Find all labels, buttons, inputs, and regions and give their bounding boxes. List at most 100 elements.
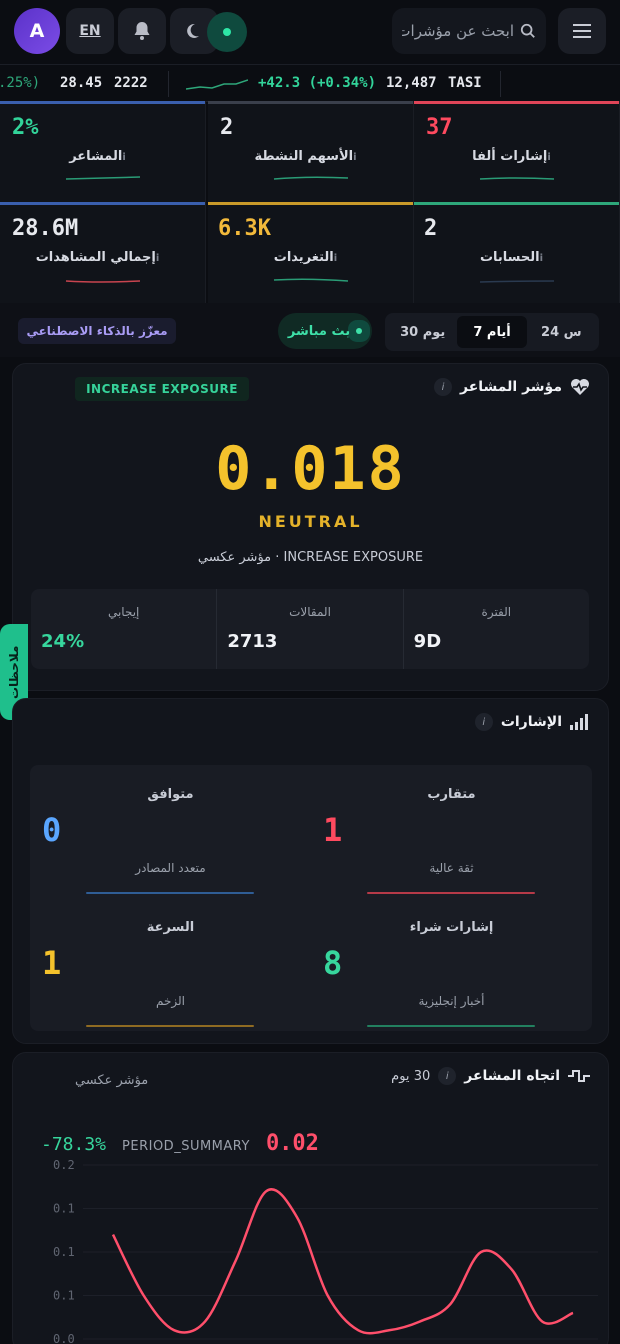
- y-tick-label: 0.1: [53, 1245, 75, 1259]
- info-icon[interactable]: i: [540, 253, 543, 264]
- card-title: الإشارات: [500, 714, 562, 730]
- signal-value: 8: [323, 944, 343, 982]
- signal-subtitle: أخبار إنجليزية: [418, 994, 485, 1008]
- range-7d[interactable]: 7 أيام: [457, 316, 527, 348]
- y-tick-label: 0.2: [53, 1158, 75, 1172]
- signal-aligned[interactable]: متوافق 0 متعدد المصادر: [30, 765, 311, 898]
- kpi-articles: المقالات 2713: [216, 589, 402, 669]
- live-stream-button[interactable]: بث مباشر: [278, 313, 372, 349]
- stat-value: 37: [426, 115, 453, 140]
- signal-convergent[interactable]: متقارب 1 ثقة عالية: [311, 765, 592, 898]
- exposure-badge: INCREASE EXPOSURE: [75, 377, 249, 401]
- kpi-period: الفترة 9D: [402, 589, 589, 669]
- y-tick-label: 0.1: [53, 1202, 75, 1216]
- live-status-indicator[interactable]: [207, 12, 247, 52]
- kpi-value: 24%: [41, 631, 85, 652]
- sentiment-state: NEUTRAL: [258, 512, 363, 531]
- sentiment-trend-card: اتجاه المشاعر i 30 يوم مؤشر عكسي -78.3% …: [12, 1052, 609, 1344]
- card-title: اتجاه المشاعر: [464, 1068, 560, 1084]
- signal-subtitle: متعدد المصادر: [135, 861, 206, 875]
- signal-buy[interactable]: إشارات شراء 8 أخبار إنجليزية: [311, 898, 592, 1031]
- ticker-symbol[interactable]: 2222: [114, 75, 148, 91]
- stat-sparkline: [479, 177, 555, 180]
- signal-bars-icon: [570, 714, 588, 730]
- signals-card: الإشارات i متقارب 1 ثقة عالية متوافق 0 م…: [12, 698, 609, 1044]
- stat-accent-bar: [414, 202, 619, 205]
- card-title: مؤشر المشاعر: [459, 379, 562, 395]
- sentiment-score: 0.018: [215, 434, 406, 504]
- trend-range[interactable]: 30 يوم: [391, 1069, 430, 1084]
- ai-enhanced-badge: معزّز بالذكاء الاصطناعي: [18, 318, 176, 344]
- bell-icon: [134, 22, 150, 40]
- kpi-positive: إيجابي 24%: [31, 589, 216, 669]
- kpi-label: الفترة: [481, 605, 512, 619]
- stat-sentiment[interactable]: 2% المشاعرi: [0, 101, 206, 202]
- stat-sparkline: [65, 176, 141, 180]
- info-icon[interactable]: i: [433, 378, 452, 396]
- hamburger-icon: [573, 24, 591, 38]
- trend-subtitle: مؤشر عكسي: [75, 1073, 149, 1088]
- stat-label: التغريداتi: [273, 250, 338, 265]
- signal-title: السرعة: [146, 920, 195, 935]
- stat-alpha-signals[interactable]: 37 إشارات ألفاi: [414, 101, 620, 202]
- language-toggle-button[interactable]: EN: [66, 8, 114, 54]
- info-icon[interactable]: i: [122, 152, 125, 163]
- info-icon[interactable]: i: [334, 253, 337, 264]
- info-icon[interactable]: i: [353, 152, 356, 163]
- stat-accent-bar: [0, 101, 205, 104]
- info-icon[interactable]: i: [156, 253, 159, 264]
- signal-velocity[interactable]: السرعة 1 الزخم: [30, 898, 311, 1031]
- tasi-symbol[interactable]: TASI: [448, 75, 482, 91]
- stat-label: الأسهم النشطةi: [254, 149, 357, 164]
- kpi-value: 9D: [413, 631, 442, 652]
- stat-accent-bar: [208, 101, 413, 104]
- stat-total-views[interactable]: 28.6M إجمالي المشاهداتi: [0, 202, 206, 303]
- signals-grid: متقارب 1 ثقة عالية متوافق 0 متعدد المصاد…: [30, 765, 592, 1031]
- info-icon[interactable]: i: [474, 713, 493, 731]
- stat-label: الحساباتi: [479, 250, 544, 265]
- info-icon[interactable]: i: [438, 1067, 457, 1085]
- card-header: اتجاه المشاعر i 30 يوم: [391, 1067, 590, 1085]
- stat-sparkline: [479, 280, 555, 283]
- live-dot-icon: [223, 28, 231, 36]
- stat-accent-bar: [0, 202, 205, 205]
- heart-pulse-icon: [571, 379, 589, 395]
- signal-value: 0: [42, 811, 62, 849]
- range-30d[interactable]: 30 يوم: [388, 316, 457, 348]
- signal-subtitle: ثقة عالية: [429, 861, 474, 875]
- stat-accounts[interactable]: 2 الحساباتi: [414, 202, 620, 303]
- signal-title: متقارب: [427, 787, 476, 802]
- stat-tweets[interactable]: 6.3K التغريداتi: [208, 202, 414, 303]
- card-header: مؤشر المشاعر i: [433, 378, 590, 396]
- info-icon[interactable]: i: [547, 152, 550, 163]
- live-dot-icon: [356, 328, 363, 334]
- stat-value: 28.6M: [12, 216, 79, 241]
- search-input[interactable]: [402, 22, 514, 40]
- signal-title: إشارات شراء: [409, 920, 494, 935]
- filter-row: معزّز بالذكاء الاصطناعي بث مباشر 24 س 7 …: [0, 303, 620, 357]
- ticker-divider: [500, 71, 501, 97]
- stat-sparkline: [273, 176, 349, 180]
- avatar[interactable]: A: [14, 8, 60, 54]
- signal-underline: [367, 892, 535, 894]
- y-tick-label: 0.0: [53, 1332, 75, 1344]
- top-bar: A EN: [0, 0, 620, 64]
- signal-underline: [86, 1025, 254, 1027]
- stat-sparkline: [65, 280, 141, 283]
- ticker-divider: [168, 71, 169, 97]
- search-box[interactable]: [392, 8, 546, 54]
- menu-button[interactable]: [558, 8, 606, 54]
- kpi-value: 2713: [227, 631, 278, 652]
- range-24h[interactable]: 24 س: [527, 316, 596, 348]
- live-label: بث مباشر: [287, 323, 351, 339]
- notes-label: ملاحظات: [7, 645, 21, 699]
- stat-active-stocks[interactable]: 2 الأسهم النشطةi: [208, 101, 414, 202]
- signal-underline: [367, 1025, 535, 1027]
- tasi-change: +42.3 (+0.34%): [258, 75, 377, 91]
- sentiment-note: مؤشر عكسي · INCREASE EXPOSURE: [197, 550, 424, 565]
- stat-value: 2: [220, 115, 234, 140]
- notifications-button[interactable]: [118, 8, 166, 54]
- tasi-sparkline: [186, 79, 248, 90]
- stat-accent-bar: [414, 101, 619, 104]
- kpi-label: إيجابي: [107, 605, 140, 619]
